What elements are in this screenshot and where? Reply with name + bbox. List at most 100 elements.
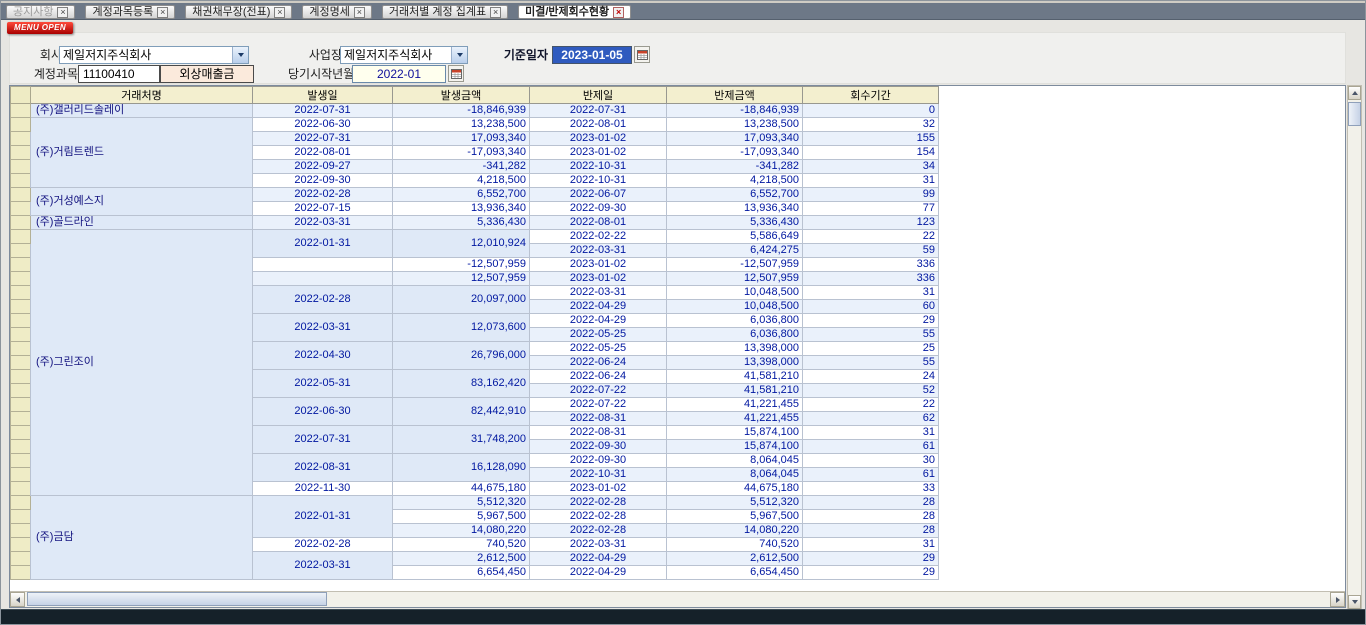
cell-occurrence-amount[interactable]: 12,507,959 (393, 272, 530, 286)
cell-collection-days[interactable]: 31 (803, 426, 939, 440)
cell-collection-days[interactable]: 55 (803, 328, 939, 342)
cell-occurrence-date[interactable]: 2022-07-15 (253, 202, 393, 216)
cell-occurrence-amount[interactable]: 83,162,420 (393, 370, 530, 398)
cell-collection-days[interactable]: 34 (803, 160, 939, 174)
cell-settlement-date[interactable]: 2022-08-31 (530, 426, 667, 440)
cell-settlement-amount[interactable]: 2,612,500 (667, 552, 803, 566)
row-selector[interactable] (11, 132, 31, 146)
tab-close-icon[interactable]: × (274, 7, 285, 18)
cell-occurrence-amount[interactable]: 740,520 (393, 538, 530, 552)
row-selector[interactable] (11, 160, 31, 174)
cell-settlement-date[interactable]: 2023-01-02 (530, 272, 667, 286)
cell-settlement-date[interactable]: 2023-01-02 (530, 482, 667, 496)
cell-occurrence-amount[interactable]: 5,512,320 (393, 496, 530, 510)
cell-settlement-date[interactable]: 2022-07-31 (530, 104, 667, 118)
cell-settlement-amount[interactable]: 13,936,340 (667, 202, 803, 216)
cell-occurrence-amount[interactable]: 5,336,430 (393, 216, 530, 230)
row-selector[interactable] (11, 356, 31, 370)
cell-occurrence-amount[interactable]: 5,967,500 (393, 510, 530, 524)
tab-notices[interactable]: 공지사항× (6, 5, 75, 19)
cell-settlement-date[interactable]: 2022-07-22 (530, 384, 667, 398)
cell-settlement-amount[interactable]: 10,048,500 (667, 300, 803, 314)
cell-settlement-amount[interactable]: 41,221,455 (667, 412, 803, 426)
cell-customer-name[interactable]: (주)거성예스지 (31, 188, 253, 216)
cell-collection-days[interactable]: 29 (803, 566, 939, 580)
cell-settlement-date[interactable]: 2022-08-31 (530, 412, 667, 426)
row-selector[interactable] (11, 454, 31, 468)
row-selector[interactable] (11, 272, 31, 286)
row-selector[interactable] (11, 440, 31, 454)
cell-settlement-amount[interactable]: 41,581,210 (667, 370, 803, 384)
cell-settlement-date[interactable]: 2022-09-30 (530, 202, 667, 216)
cell-occurrence-amount[interactable]: 13,238,500 (393, 118, 530, 132)
cell-occurrence-date[interactable]: 2022-11-30 (253, 482, 393, 496)
cell-settlement-amount[interactable]: -341,282 (667, 160, 803, 174)
cell-customer-name[interactable]: (주)그린조이 (31, 230, 253, 496)
cell-occurrence-amount[interactable]: 12,010,924 (393, 230, 530, 258)
cell-settlement-amount[interactable]: -17,093,340 (667, 146, 803, 160)
vertical-scrollbar[interactable] (1347, 85, 1362, 610)
cell-occurrence-amount[interactable]: 6,552,700 (393, 188, 530, 202)
cell-settlement-date[interactable]: 2022-03-31 (530, 538, 667, 552)
cell-occurrence-date[interactable]: 2022-05-31 (253, 370, 393, 398)
cell-settlement-amount[interactable]: 41,221,455 (667, 398, 803, 412)
tab-pending-settlement-status[interactable]: 미결/반제회수현황× (518, 5, 631, 19)
scroll-left-button[interactable] (10, 592, 25, 607)
cell-occurrence-date[interactable]: 2022-06-30 (253, 398, 393, 426)
cell-settlement-date[interactable]: 2022-08-01 (530, 216, 667, 230)
cell-customer-name[interactable]: (주)골드라인 (31, 216, 253, 230)
cell-settlement-date[interactable]: 2022-02-28 (530, 510, 667, 524)
cell-collection-days[interactable]: 28 (803, 524, 939, 538)
tab-close-icon[interactable]: × (157, 7, 168, 18)
row-selector[interactable] (11, 328, 31, 342)
cell-settlement-date[interactable]: 2022-05-25 (530, 328, 667, 342)
row-selector[interactable] (11, 384, 31, 398)
cell-settlement-date[interactable]: 2022-09-30 (530, 454, 667, 468)
cell-settlement-date[interactable]: 2023-01-02 (530, 146, 667, 160)
cell-settlement-amount[interactable]: 13,398,000 (667, 342, 803, 356)
cell-settlement-date[interactable]: 2023-01-02 (530, 258, 667, 272)
scroll-down-button[interactable] (1348, 595, 1361, 609)
cell-collection-days[interactable]: 33 (803, 482, 939, 496)
cell-occurrence-date[interactable]: 2022-02-28 (253, 188, 393, 202)
site-select[interactable]: 제일저지주식회사 (340, 46, 468, 64)
cell-occurrence-amount[interactable]: -12,507,959 (393, 258, 530, 272)
cell-settlement-amount[interactable]: 5,967,500 (667, 510, 803, 524)
cell-occurrence-date[interactable]: 2022-07-31 (253, 426, 393, 454)
cell-settlement-amount[interactable]: 14,080,220 (667, 524, 803, 538)
row-selector[interactable] (11, 118, 31, 132)
cell-collection-days[interactable]: 24 (803, 370, 939, 384)
row-selector[interactable] (11, 524, 31, 538)
row-selector[interactable] (11, 426, 31, 440)
menu-open-button[interactable]: MENU OPEN (7, 22, 73, 34)
vertical-scroll-thumb[interactable] (1348, 102, 1361, 126)
cell-settlement-date[interactable]: 2022-06-24 (530, 370, 667, 384)
cell-occurrence-date[interactable]: 2022-09-27 (253, 160, 393, 174)
row-selector[interactable] (11, 188, 31, 202)
cell-settlement-amount[interactable]: 44,675,180 (667, 482, 803, 496)
tab-receivable-payable-ledger[interactable]: 채권채무장(전표)× (185, 5, 292, 19)
cell-settlement-amount[interactable]: 6,036,800 (667, 314, 803, 328)
cell-occurrence-amount[interactable]: 4,218,500 (393, 174, 530, 188)
cell-collection-days[interactable]: 52 (803, 384, 939, 398)
cell-occurrence-date[interactable]: 2022-08-31 (253, 454, 393, 482)
cell-occurrence-date[interactable]: 2022-06-30 (253, 118, 393, 132)
cell-settlement-amount[interactable]: 6,654,450 (667, 566, 803, 580)
cell-collection-days[interactable]: 154 (803, 146, 939, 160)
cell-collection-days[interactable]: 336 (803, 272, 939, 286)
cell-settlement-amount[interactable]: 10,048,500 (667, 286, 803, 300)
cell-collection-days[interactable]: 29 (803, 552, 939, 566)
cell-occurrence-amount[interactable]: 44,675,180 (393, 482, 530, 496)
row-selector[interactable] (11, 482, 31, 496)
cell-collection-days[interactable]: 28 (803, 510, 939, 524)
cell-occurrence-date[interactable]: 2022-09-30 (253, 174, 393, 188)
scroll-up-button[interactable] (1348, 86, 1361, 100)
cell-settlement-date[interactable]: 2022-02-28 (530, 496, 667, 510)
row-selector[interactable] (11, 286, 31, 300)
period-start-calendar-button[interactable] (448, 65, 464, 82)
account-code-input[interactable]: 11100410 (78, 65, 160, 83)
cell-occurrence-date[interactable] (253, 272, 393, 286)
cell-collection-days[interactable]: 155 (803, 132, 939, 146)
cell-occurrence-amount[interactable]: 31,748,200 (393, 426, 530, 454)
row-selector[interactable] (11, 216, 31, 230)
